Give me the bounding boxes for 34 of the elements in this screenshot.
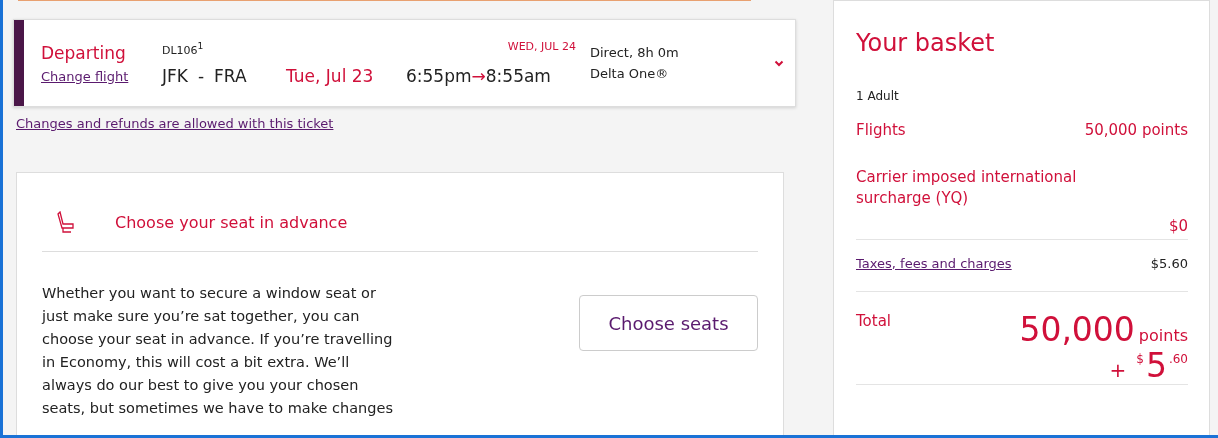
basket-title: Your basket	[856, 29, 996, 57]
cash-cents: .60	[1168, 352, 1188, 366]
passenger-count: 1 Adult	[856, 89, 900, 103]
section-title: Choose your seat in advance	[115, 212, 348, 232]
line-label: Flights	[856, 121, 906, 139]
line-value: $0	[1168, 217, 1188, 235]
flight-number: DL106$^{1}$	[162, 40, 205, 59]
route-separator: -	[197, 66, 205, 86]
cabin-class: Delta One®	[590, 66, 670, 81]
currency-symbol: $	[1136, 352, 1144, 366]
departure-date: Tue, Jul 23	[286, 66, 375, 86]
departure-time: 6:55pm	[406, 66, 472, 86]
plus-sign: +	[1109, 358, 1127, 382]
refund-policy-link[interactable]: Changes and refunds are allowed with this ticket	[16, 116, 787, 131]
change-flight-link[interactable]: Change flight	[41, 68, 162, 84]
choose-seats-button[interactable]: Choose seats	[579, 295, 758, 351]
arrival-time: 8:55am	[485, 66, 551, 86]
seat-description: Whether you want to secure a window seat or just make sure you’re sat together, you can choose your seat in advance. If you’re travelling in Economy, this will cost a bit extra. We’ll always do our best to give you your chosen seats, but sometimes we have to make changes	[42, 284, 394, 418]
line-value: $5.60	[1150, 256, 1188, 271]
flight-duration: Direct, 8h 0m	[590, 45, 680, 60]
seat-icon	[57, 211, 75, 233]
arrow-glyph: →	[471, 66, 486, 86]
arrival-date: WED, JUL 24	[506, 40, 577, 55]
chevron-down-icon[interactable]	[774, 59, 784, 67]
destination-code: FRA	[214, 66, 247, 86]
taxes-link[interactable]: Taxes, fees and charges	[856, 256, 1012, 271]
direction-label: Departing	[41, 42, 127, 63]
line-label: Carrier imposed international surcharge (YQ)	[856, 167, 1078, 209]
points-unit: points	[1138, 326, 1188, 345]
line-value: 50,000 points	[1084, 121, 1188, 139]
total-points: 50,000	[1019, 312, 1135, 348]
origin-code: JFK	[162, 66, 188, 86]
total-label: Total	[856, 312, 892, 332]
cash-amount: 5	[1145, 348, 1167, 384]
